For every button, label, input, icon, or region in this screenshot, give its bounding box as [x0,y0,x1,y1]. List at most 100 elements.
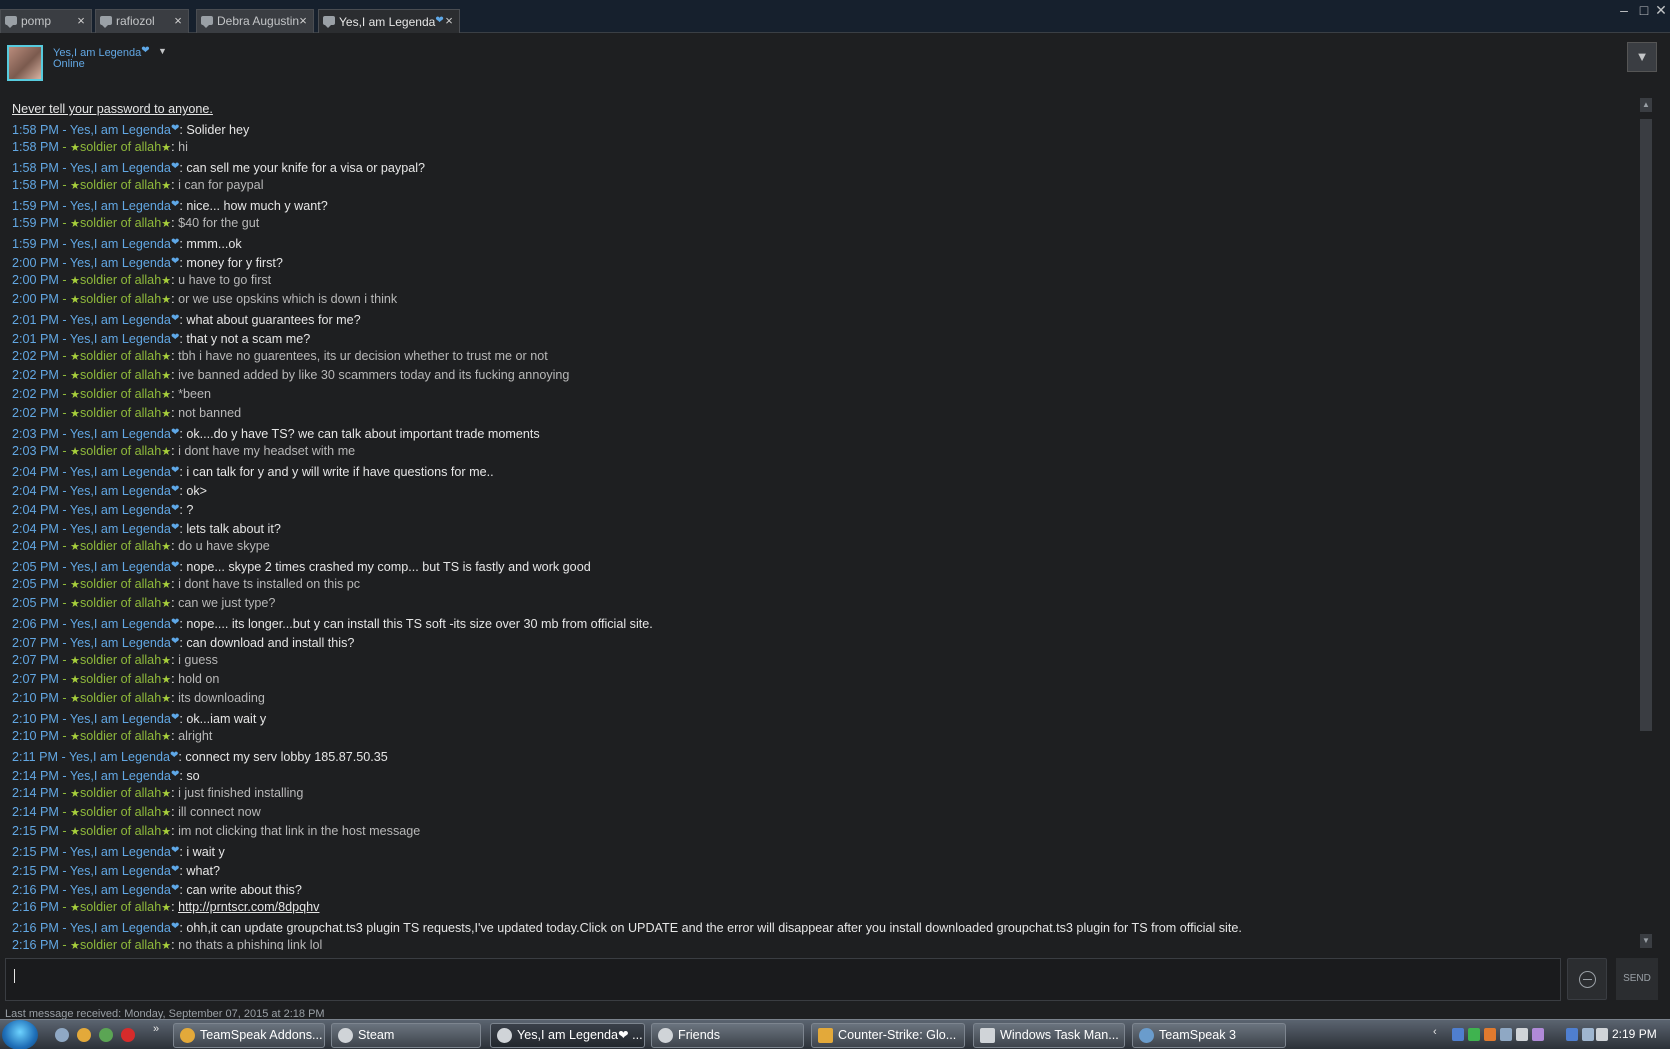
message-separator: - [58,539,71,553]
friend-name[interactable]: Yes,I am Legenda❤ [53,45,150,59]
message-sender[interactable]: Yes,I am Legenda [70,161,171,175]
chat-scrollbar[interactable]: ▲ ▼ [1636,98,1656,948]
chat-message: 2:03 PM - ★soldier of allah★: i dont hav… [12,442,1636,461]
message-sender[interactable]: Yes,I am Legenda [70,465,171,479]
message-sender[interactable]: Yes,I am Legenda [70,560,171,574]
message-sender[interactable]: Yes,I am Legenda [70,484,171,498]
tab-pomp[interactable]: pomp × [0,9,92,33]
message-sender[interactable]: soldier of allah [80,140,161,154]
message-sender[interactable]: Yes,I am Legenda [70,256,171,270]
close-icon[interactable]: × [172,10,184,32]
message-sender[interactable]: Yes,I am Legenda [70,769,171,783]
message-sender[interactable]: Yes,I am Legenda [70,883,171,897]
send-button[interactable]: SEND [1616,958,1658,1000]
message-sender[interactable]: Yes,I am Legenda [70,522,171,536]
message-sender[interactable]: Yes,I am Legenda [70,503,171,517]
message-sender[interactable]: Yes,I am Legenda [70,636,171,650]
message-sender[interactable]: soldier of allah [80,729,161,743]
chevron-down-icon[interactable]: ▼ [158,46,167,56]
message-sender[interactable]: soldier of allah [80,273,161,287]
tab-debra-augustin[interactable]: Debra Augustin × [196,9,314,33]
message-sender[interactable]: soldier of allah [80,178,161,192]
star-icon: ★ [70,579,80,591]
close-icon[interactable]: × [75,10,87,32]
chat-options-dropdown[interactable]: ▼ [1627,42,1657,72]
message-sender[interactable]: Yes,I am Legenda [70,123,171,137]
quicklaunch-more[interactable]: » [153,1023,159,1035]
message-sender[interactable]: soldier of allah [80,900,161,914]
message-sender[interactable]: Yes,I am Legenda [70,921,171,935]
message-text: nope... skype 2 times crashed my comp...… [186,560,591,574]
message-sender[interactable]: Yes,I am Legenda [70,199,171,213]
tray-battery-icon[interactable] [1468,1028,1480,1041]
start-button[interactable] [2,1020,38,1049]
close-icon[interactable]: × [443,10,455,32]
message-sender[interactable]: Yes,I am Legenda [70,313,171,327]
task-steam[interactable]: Steam [331,1023,481,1048]
window-close-button[interactable]: ✕ [1653,2,1669,19]
message-sender[interactable]: Yes,I am Legenda [70,845,171,859]
task-chat-legenda[interactable]: Yes,I am Legenda❤ ... [490,1023,645,1048]
task-task-manager[interactable]: Windows Task Man... [973,1023,1125,1048]
message-sender[interactable]: soldier of allah [80,938,161,950]
message-sender[interactable]: Yes,I am Legenda [70,617,171,631]
message-sender[interactable]: soldier of allah [80,387,161,401]
message-text: can write about this? [186,883,302,897]
message-sender[interactable]: soldier of allah [80,216,161,230]
scroll-thumb[interactable] [1640,119,1652,731]
message-sender[interactable]: Yes,I am Legenda [70,427,171,441]
tab-rafiozol[interactable]: rafiozol × [95,9,189,33]
message-sender[interactable]: Yes,I am Legenda [70,237,171,251]
message-sender[interactable]: soldier of allah [80,596,161,610]
message-sender[interactable]: Yes,I am Legenda [69,750,170,764]
steam-icon[interactable] [55,1028,69,1042]
task-counter-strike[interactable]: Counter-Strike: Glo... [811,1023,965,1048]
close-icon[interactable]: × [297,10,309,32]
scroll-up-arrow[interactable]: ▲ [1640,98,1652,112]
tray-notification-icon[interactable] [1516,1028,1528,1041]
tab-bar: pomp × rafiozol × Debra Augustin × Yes,I… [0,0,1670,33]
message-sender[interactable]: Yes,I am Legenda [70,864,171,878]
message-input[interactable] [5,958,1561,1001]
tray-pen-icon[interactable] [1532,1028,1544,1041]
message-sender[interactable]: soldier of allah [80,577,161,591]
tray-volume-icon[interactable] [1596,1028,1608,1041]
message-timestamp: 2:04 PM [12,484,59,498]
minimize-button[interactable]: – [1616,2,1632,18]
opera-icon[interactable] [121,1028,135,1042]
tray-app-icon[interactable] [1484,1028,1496,1041]
emoticon-button[interactable] [1567,958,1607,1000]
message-sender[interactable]: soldier of allah [80,444,161,458]
message-sender[interactable]: soldier of allah [80,406,161,420]
message-sender[interactable]: soldier of allah [80,824,161,838]
task-teamspeak-3[interactable]: TeamSpeak 3 [1132,1023,1286,1048]
message-sender[interactable]: soldier of allah [80,653,161,667]
message-sender[interactable]: soldier of allah [80,539,161,553]
tray-display-icon[interactable] [1566,1028,1578,1041]
message-sender[interactable]: soldier of allah [80,292,161,306]
message-sender[interactable]: soldier of allah [80,672,161,686]
taskbar-clock[interactable]: 2:19 PM [1612,1027,1657,1041]
message-sender[interactable]: soldier of allah [80,349,161,363]
tray-steam-icon[interactable] [1500,1028,1512,1041]
maximize-button[interactable]: □ [1636,2,1652,18]
scroll-down-arrow[interactable]: ▼ [1640,934,1652,948]
message-sender[interactable]: soldier of allah [80,691,161,705]
task-friends[interactable]: Friends [651,1023,804,1048]
message-sender[interactable]: Yes,I am Legenda [70,712,171,726]
show-hidden-icons[interactable]: ‹ [1433,1026,1437,1038]
message-sender[interactable]: soldier of allah [80,368,161,382]
tray-wifi-icon[interactable] [1582,1028,1594,1041]
message-link[interactable]: http://prntscr.com/8dpqhv [178,900,319,914]
task-teamspeak-addons[interactable]: TeamSpeak Addons... [173,1023,325,1048]
message-sender[interactable]: Yes,I am Legenda [70,332,171,346]
utorrent-icon[interactable] [99,1028,113,1042]
message-timestamp: 2:16 PM [12,938,59,950]
message-sender[interactable]: soldier of allah [80,805,161,819]
password-warning[interactable]: Never tell your password to anyone. [12,94,1636,119]
chrome-icon[interactable] [77,1028,91,1042]
avatar[interactable] [7,45,43,81]
tab-yes-i-am-legenda[interactable]: Yes,I am Legenda❤ × [318,9,460,33]
tray-network-icon[interactable] [1452,1028,1464,1041]
message-sender[interactable]: soldier of allah [80,786,161,800]
